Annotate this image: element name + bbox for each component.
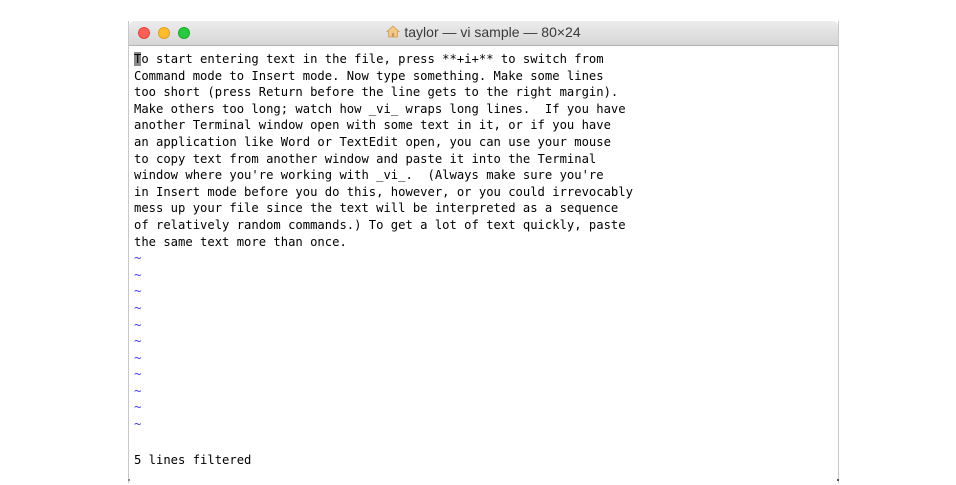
empty-line-tilde: ~ bbox=[134, 350, 142, 365]
text-line: the same text more than once. bbox=[134, 234, 347, 249]
empty-line-tilde: ~ bbox=[134, 417, 142, 432]
text-line: Command mode to Insert mode. Now type so… bbox=[134, 68, 604, 83]
empty-line-tilde: ~ bbox=[134, 284, 142, 299]
title-bar[interactable]: taylor — vi sample — 80×24 bbox=[129, 21, 838, 46]
text-line: Make others too long; watch how _vi_ wra… bbox=[134, 101, 626, 116]
empty-line-tilde: ~ bbox=[134, 300, 142, 315]
text-line: mess up your file since the text will be… bbox=[134, 201, 619, 216]
home-icon bbox=[386, 25, 401, 38]
text-line: too short (press Return before the line … bbox=[134, 85, 619, 100]
text-line: of relatively random commands.) To get a… bbox=[134, 217, 626, 232]
text-line: to copy text from another window and pas… bbox=[134, 151, 597, 166]
text-line: in Insert mode before you do this, howev… bbox=[134, 184, 633, 199]
empty-line-tilde: ~ bbox=[134, 251, 142, 266]
text-line: another Terminal window open with some t… bbox=[134, 118, 611, 133]
first-line-text: o start entering text in the file, press… bbox=[141, 52, 604, 66]
empty-line-tilde: ~ bbox=[134, 400, 142, 415]
text-line: window where you're working with _vi_. (… bbox=[134, 168, 604, 183]
empty-line-tilde: ~ bbox=[134, 317, 142, 332]
empty-line-tilde: ~ bbox=[134, 334, 142, 349]
empty-line-tilde: ~ bbox=[134, 367, 142, 382]
text-line: an application like Word or TextEdit ope… bbox=[134, 134, 611, 149]
status-line: 5 lines filtered bbox=[134, 453, 252, 467]
text-line: To start entering text in the file, pres… bbox=[134, 51, 832, 68]
terminal-window: taylor — vi sample — 80×24 To start ente… bbox=[128, 21, 839, 483]
window-corner-left bbox=[128, 479, 130, 481]
window-title: taylor — vi sample — 80×24 bbox=[129, 24, 838, 40]
empty-line-tilde: ~ bbox=[134, 383, 142, 398]
vi-text-area[interactable]: To start entering text in the file, pres… bbox=[134, 51, 832, 433]
empty-line-tilde: ~ bbox=[134, 267, 142, 282]
resize-handle[interactable] bbox=[837, 479, 839, 481]
window-title-text: taylor — vi sample — 80×24 bbox=[404, 24, 581, 40]
